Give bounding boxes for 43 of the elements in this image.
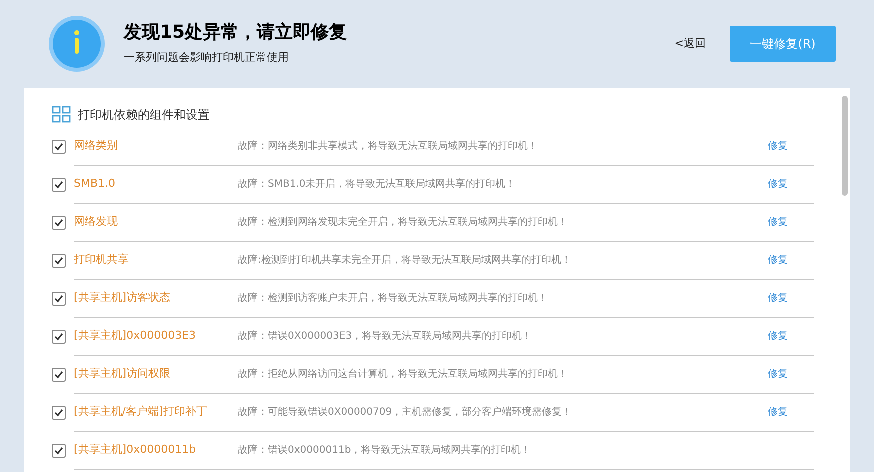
- grid-icon: [52, 106, 72, 124]
- fault-description: 故障：拒绝从网络访问这台计算机，将导致无法互联局域网共享的打印机！: [238, 368, 569, 382]
- fix-link[interactable]: 修复: [768, 177, 814, 192]
- fault-description: 故障:检测到打印机共享未完全开启，将导致无法互联局域网共享的打印机！: [238, 254, 572, 268]
- checkbox[interactable]: [52, 368, 66, 382]
- fix-link[interactable]: 修复: [768, 253, 814, 268]
- fix-link[interactable]: 修复: [768, 405, 814, 420]
- fault-description: 故障：SMB1.0未开启，将导致无法互联局域网共享的打印机！: [238, 178, 517, 192]
- fix-link[interactable]: 修复: [768, 215, 814, 230]
- fault-description: 故障：网络类别非共享模式，将导致无法互联局域网共享的打印机！: [238, 140, 539, 154]
- component-name: [共享主机]访客状态: [74, 290, 172, 306]
- scrollbar[interactable]: [842, 96, 848, 196]
- fault-description: 故障：错误0X000003E3，将导致无法互联局域网共享的打印机！: [238, 330, 534, 344]
- component-name: SMB1.0: [74, 176, 117, 192]
- fault-description: 故障：错误0x0000011b，将导致无法互联局域网共享的打印机！: [238, 444, 532, 458]
- checkbox[interactable]: [52, 216, 66, 230]
- info-icon: [48, 15, 106, 73]
- checkbox[interactable]: [52, 406, 66, 420]
- checkbox[interactable]: [52, 444, 66, 458]
- component-name: [共享主机]访问权限: [74, 366, 172, 382]
- checkbox[interactable]: [52, 292, 66, 306]
- component-name: [共享主机/客户端]打印补丁: [74, 404, 208, 420]
- checkbox[interactable]: [52, 330, 66, 344]
- fix-link[interactable]: 修复: [768, 291, 814, 306]
- back-link[interactable]: <返回: [674, 36, 706, 52]
- checkbox[interactable]: [52, 178, 66, 192]
- fix-link[interactable]: 修复: [768, 139, 814, 154]
- fix-all-button[interactable]: 一键修复(R): [730, 26, 836, 62]
- component-name: 网络类别: [74, 138, 119, 154]
- checkbox[interactable]: [52, 140, 66, 154]
- alert-title: 发现15处异常，请立即修复: [124, 22, 348, 44]
- fault-description: 故障：检测到访客账户未开启，将导致无法互联局域网共享的打印机！: [238, 292, 549, 306]
- fault-description: 故障：可能导致错误0X00000709，主机需修复，部分客户端环境需修复！: [238, 406, 574, 420]
- checkbox[interactable]: [52, 254, 66, 268]
- component-name: [共享主机]0x000003E3: [74, 328, 198, 344]
- section-title: 打印机依赖的组件和设置: [78, 107, 210, 124]
- component-name: 网络发现: [74, 214, 119, 230]
- alert-subtitle: 一系列问题会影响打印机正常使用: [124, 50, 290, 66]
- component-name: [共享主机]0x0000011b: [74, 442, 198, 458]
- fault-description: 故障：检测到网络发现未完全开启，将导致无法互联局域网共享的打印机！: [238, 216, 569, 230]
- fix-link[interactable]: 修复: [768, 329, 814, 344]
- fix-link[interactable]: 修复: [768, 367, 814, 382]
- component-name: 打印机共享: [74, 252, 130, 268]
